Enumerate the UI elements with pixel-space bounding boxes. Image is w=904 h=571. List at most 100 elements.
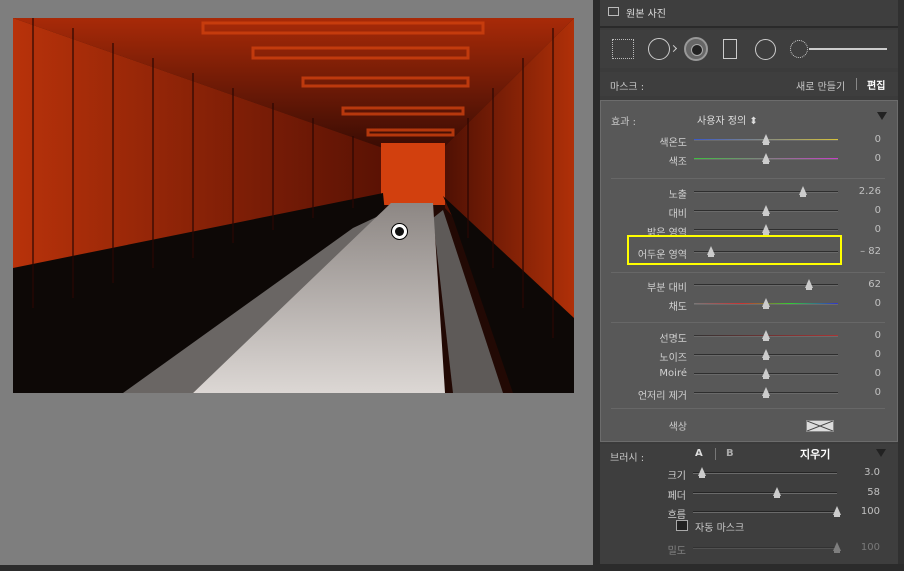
tool-strip [600,30,898,68]
slider-value[interactable]: 0 [875,387,881,398]
slider-value[interactable]: 0 [875,330,881,341]
slider-thumb[interactable] [762,205,770,216]
slider-value[interactable]: 0 [875,368,881,379]
color-row: 색상 [601,418,899,436]
collapse-triangle-icon[interactable] [877,112,887,120]
color-swatch[interactable] [806,420,834,432]
auto-mask-label: 자동 마스크 [695,523,745,534]
slider-track[interactable] [693,547,837,549]
mask-divider [856,78,857,90]
slider-label: 흐름 [667,510,686,521]
panel-bottom-edge [600,564,904,571]
slider-thumb[interactable] [772,487,781,498]
slider-label: 부분 대비 [647,283,687,294]
slider-value[interactable]: 0 [875,205,881,216]
crop-tool-icon[interactable] [612,39,634,59]
mask-edit-button[interactable]: 편집 [867,77,885,92]
photo-preview[interactable] [13,18,574,393]
slider-track[interactable] [693,472,837,474]
slider-sliders-6: 부분 대비 62 [601,276,899,294]
mask-pin[interactable] [391,223,408,240]
slider-sliders-8: 선명도 0 [601,327,899,345]
separator [600,26,898,28]
slider-value[interactable]: 100 [861,506,880,517]
slider-label: 노이즈 [659,353,687,364]
slider-sliders-1: 색조 0 [601,150,899,168]
image-canvas-area [0,0,593,571]
slider-thumb[interactable] [833,542,841,553]
slider-sliders-9: 노이즈 0 [601,346,899,364]
slider-thumb[interactable] [833,506,841,517]
panel-scroll-edge[interactable] [898,0,904,571]
original-photo-checkbox[interactable] [608,7,619,16]
slider-value[interactable]: 0 [875,224,881,235]
group-separator [611,408,885,409]
radial-filter-icon[interactable] [755,39,776,60]
slider-label: 언저리 제거 [637,391,687,402]
slider-thumb[interactable] [697,467,706,478]
slider-sliders-0: 색온도 0 [601,131,899,149]
panel-divider[interactable] [593,0,600,571]
slider-value[interactable]: 0 [875,134,881,145]
collapse-triangle-icon[interactable] [876,449,886,457]
adjustment-brush-icon[interactable] [790,40,808,58]
red-eye-icon[interactable] [684,37,708,61]
slider-thumb[interactable] [762,134,770,145]
filmstrip-edge [0,565,593,571]
slider-thumb[interactable] [762,368,770,379]
slider-track[interactable] [694,284,838,286]
slider-value[interactable]: 62 [868,279,881,290]
slider-value[interactable]: 2.26 [859,186,881,197]
slider-thumb[interactable] [762,298,770,309]
slider-label: 색온도 [659,138,687,149]
slider-brush.sliders-2: 흐름 100 [600,503,898,521]
right-panel: 원본 사진 마스크 : 새로 만들기 편집 효과 : 사용자 정의 ⬍ 색온도 0… [600,0,904,571]
highlight-annotation-box [627,235,842,265]
brush-a-button[interactable]: A [695,448,703,459]
brush-b-button[interactable]: B [726,448,734,459]
slider-sliders-2: 노출 2.26 [601,183,899,201]
group-separator [611,322,885,323]
slider-thumb[interactable] [805,279,814,290]
effect-preset-dropdown[interactable]: 사용자 정의 ⬍ [697,112,758,127]
slider-thumb[interactable] [762,224,770,235]
group-separator [611,178,885,179]
slider-label: 색조 [668,157,687,168]
slider-thumb[interactable] [762,330,770,341]
slider-value[interactable]: 3.0 [864,467,880,478]
brush-section: 브러시 : A B 지우기 크기 3.0 페더 58 흐름 100 밀도 100 자동 마스크 [600,444,898,564]
slider-track[interactable] [693,492,837,494]
auto-mask-checkbox[interactable] [676,520,688,531]
slider-sliders-11: 언저리 제거 0 [601,384,899,402]
slider-value[interactable]: – 82 [860,246,881,257]
original-photo-row: 원본 사진 [600,0,898,26]
slider-label: 밀도 [667,546,686,557]
slider-brush.sliders-1: 페더 58 [600,484,898,502]
slider-track[interactable] [693,511,837,513]
slider-track[interactable] [694,191,838,193]
mask-new-button[interactable]: 새로 만들기 [796,78,845,93]
slider-value[interactable]: 0 [875,153,881,164]
slider-thumb[interactable] [762,387,770,398]
torii-tunnel-image [13,18,574,393]
slider-label: 크기 [667,471,686,482]
slider-sliders-7: 채도 0 [601,295,899,313]
effect-label: 효과 : [611,117,636,128]
slider-sliders-10: Moiré 0 [601,365,899,383]
slider-value[interactable]: 100 [861,542,880,553]
slider-value[interactable]: 58 [867,487,880,498]
brush-divider [715,448,716,460]
graduated-filter-icon[interactable] [723,39,737,59]
slider-brush.sliders-0: 크기 3.0 [600,464,898,482]
slider-label: 페더 [667,491,686,502]
lightroom-develop-window: 원본 사진 마스크 : 새로 만들기 편집 효과 : 사용자 정의 ⬍ 색온도 0… [0,0,904,571]
slider-brush.sliders-3: 밀도 100 [600,539,898,557]
spot-removal-icon[interactable] [648,38,670,60]
slider-thumb[interactable] [799,186,808,197]
slider-thumb[interactable] [762,349,770,360]
slider-value[interactable]: 0 [875,349,881,360]
slider-thumb[interactable] [762,153,770,164]
slider-value[interactable]: 0 [875,298,881,309]
brush-erase-button[interactable]: 지우기 [800,446,830,462]
slider-sliders-3: 대비 0 [601,202,899,220]
